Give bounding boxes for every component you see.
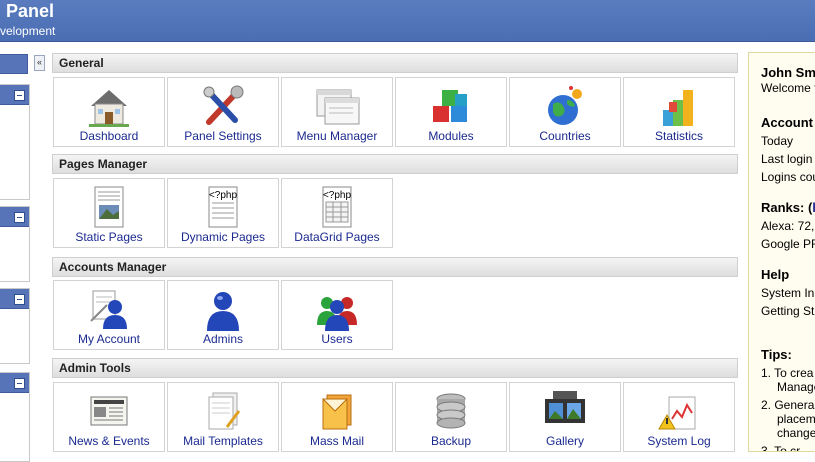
collapse-sidebar-button[interactable]: « — [34, 55, 45, 71]
tile-label: Backup — [430, 434, 472, 448]
warning-icon — [658, 396, 696, 430]
bar-chart-icon — [663, 90, 693, 126]
app-title: Panel — [6, 1, 55, 21]
php-badge: <?php — [209, 190, 238, 201]
tile-gallery[interactable]: Gallery — [509, 382, 621, 452]
tile-system-log[interactable]: System Log — [623, 382, 735, 452]
user-info-panel: John Sm Welcome t Account Today Last log… — [748, 52, 815, 452]
static-page-icon — [94, 186, 124, 228]
tile-label: Static Pages — [75, 230, 143, 244]
user-edit-icon — [90, 290, 127, 329]
tile-label: Panel Settings — [184, 129, 262, 143]
tile-label: My Account — [77, 332, 141, 346]
newspaper-icon — [90, 396, 128, 426]
tip-2-line-3: change — [777, 426, 815, 440]
help-heading: Help — [761, 267, 790, 282]
tip-2-line-1: 2. Genera — [761, 398, 815, 412]
sidebar-top-bar[interactable] — [0, 54, 28, 74]
gallery-icon — [545, 391, 585, 423]
tile-label: Dynamic Pages — [180, 230, 266, 244]
tile-label: Admins — [202, 332, 243, 346]
today-label: Today — [761, 134, 794, 148]
tile-label: Gallery — [545, 434, 584, 448]
tile-panel-settings[interactable]: Panel Settings — [167, 77, 279, 147]
section-pages-manager-title: Pages Manager — [52, 154, 738, 174]
tile-label: Dashboard — [79, 129, 139, 143]
tile-label: Users — [321, 332, 353, 346]
tile-menu-manager[interactable]: Menu Manager — [281, 77, 393, 147]
tile-my-account[interactable]: My Account — [53, 280, 165, 350]
tip-1-line-1: 1. To crea — [761, 366, 814, 380]
tip-1-line-2: Manage — [777, 380, 815, 394]
minimize-icon[interactable] — [14, 90, 25, 101]
tile-modules[interactable]: Modules — [395, 77, 507, 147]
welcome-text: Welcome t — [761, 81, 815, 95]
php-badge: <?php — [323, 190, 352, 201]
tile-label: System Log — [647, 434, 711, 448]
user-name: John Sm — [761, 65, 815, 80]
last-login-label: Last login — [761, 152, 813, 166]
mail-template-icon — [208, 392, 241, 430]
tile-dynamic-pages[interactable]: <?php Dynamic Pages — [167, 178, 279, 248]
sidebar-menu-box-1 — [0, 84, 30, 200]
tile-dashboard[interactable]: Dashboard — [53, 77, 165, 147]
tile-statistics[interactable]: Statistics — [623, 77, 735, 147]
tile-admins[interactable]: Admins — [167, 280, 279, 350]
tile-label: Statistics — [654, 129, 703, 143]
users-group-icon — [317, 297, 357, 331]
tip-2-line-2: placem — [777, 412, 815, 426]
top-header: Panel velopment — [0, 0, 815, 42]
sidebar-menu-box-2 — [0, 206, 30, 282]
cubes-icon — [433, 90, 467, 122]
tile-news-events[interactable]: News & Events — [53, 382, 165, 452]
tile-label: Mass Mail — [309, 434, 364, 448]
help-link-getting-started[interactable]: Getting St — [761, 304, 814, 318]
tile-label: Mail Templates — [183, 434, 263, 448]
section-accounts-manager-title: Accounts Manager — [52, 257, 738, 277]
windows-icon — [316, 89, 360, 125]
section-general-title: General — [52, 53, 738, 73]
php-page-icon: <?php — [208, 186, 238, 228]
php-grid-icon: <?php — [322, 186, 352, 228]
database-icon — [436, 393, 466, 429]
tile-mass-mail[interactable]: Mass Mail — [281, 382, 393, 452]
tile-countries[interactable]: Countries — [509, 77, 621, 147]
tile-users[interactable]: Users — [281, 280, 393, 350]
tile-static-pages[interactable]: Static Pages — [53, 178, 165, 248]
sidebar-menu-box-3 — [0, 288, 30, 364]
tip-3-line-1: 3. To cr — [761, 444, 801, 452]
tile-label: Countries — [539, 129, 591, 143]
alexa-rank: Alexa: 72, — [761, 219, 815, 233]
tools-icon — [203, 85, 244, 125]
tips-heading: Tips: — [761, 347, 792, 362]
google-pr: Google PR — [761, 237, 815, 251]
tile-datagrid-pages[interactable]: <?php DataGrid Pages — [281, 178, 393, 248]
help-link-system-info[interactable]: System In — [761, 286, 814, 300]
house-icon — [89, 90, 129, 127]
tile-backup[interactable]: Backup — [395, 382, 507, 452]
admin-user-icon — [207, 292, 239, 331]
minimize-icon[interactable] — [14, 378, 25, 389]
mass-mail-icon — [321, 394, 352, 430]
tile-label: DataGrid Pages — [294, 230, 380, 244]
tile-label: News & Events — [68, 434, 150, 448]
section-admin-tools-title: Admin Tools — [52, 358, 738, 378]
account-heading: Account — [761, 115, 813, 130]
globe-icon — [548, 86, 582, 125]
ranks-heading: Ranks: (h — [761, 200, 815, 215]
tile-label: Modules — [428, 129, 474, 143]
sidebar-menu-box-4 — [0, 372, 30, 462]
logins-count-label: Logins cou — [761, 170, 815, 184]
app-subtitle: velopment — [0, 24, 56, 38]
minimize-icon[interactable] — [14, 294, 25, 305]
tile-mail-templates[interactable]: Mail Templates — [167, 382, 279, 452]
minimize-icon[interactable] — [14, 212, 25, 223]
tile-label: Menu Manager — [296, 129, 378, 143]
